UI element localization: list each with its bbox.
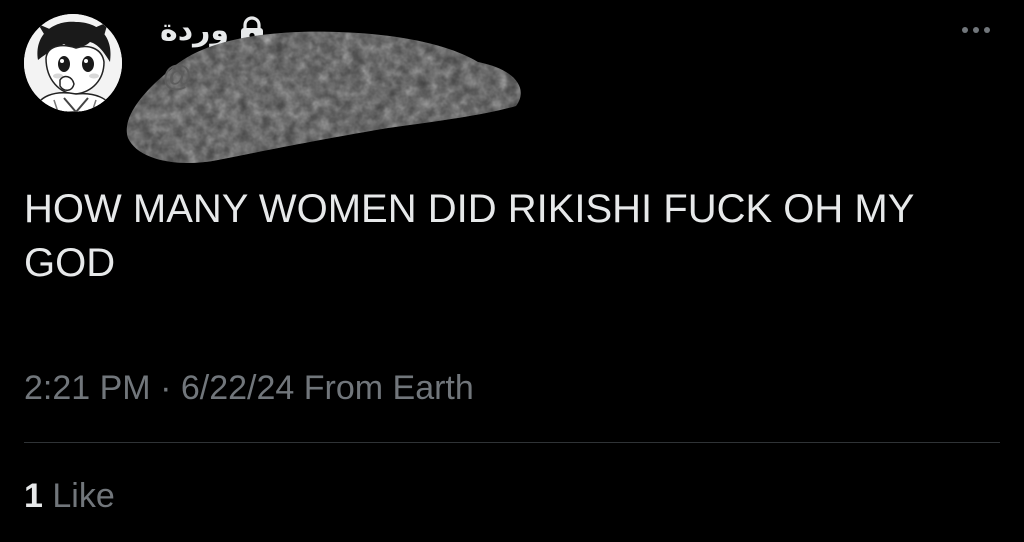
more-horizontal-icon [962,27,968,33]
tweet-time[interactable]: 2:21 PM [24,369,151,407]
divider [24,442,1000,443]
tweet-text: HOW MANY WOMEN DID RIKISHI FUCK OH MY GO… [24,187,914,285]
author-handle: @ [162,60,192,93]
tweet-source: From Earth [294,369,474,407]
more-options-button[interactable] [956,18,996,42]
redaction-scribble: @ [126,31,521,164]
likes-label: Like [42,477,115,515]
tweet-metadata: 2:21 PM · 6/22/24 From Earth [24,366,474,410]
avatar[interactable] [24,14,122,112]
likes-count: 1 [24,477,43,515]
likes-stat[interactable]: 1 Like [24,474,115,518]
tweet-date[interactable]: 6/22/24 [181,369,294,407]
meta-separator: · [150,369,181,407]
tweet-card: وردة @ HOW MANY WOMEN DID RIKISHI FUCK O… [0,0,1024,542]
anime-avatar-icon [24,14,122,112]
